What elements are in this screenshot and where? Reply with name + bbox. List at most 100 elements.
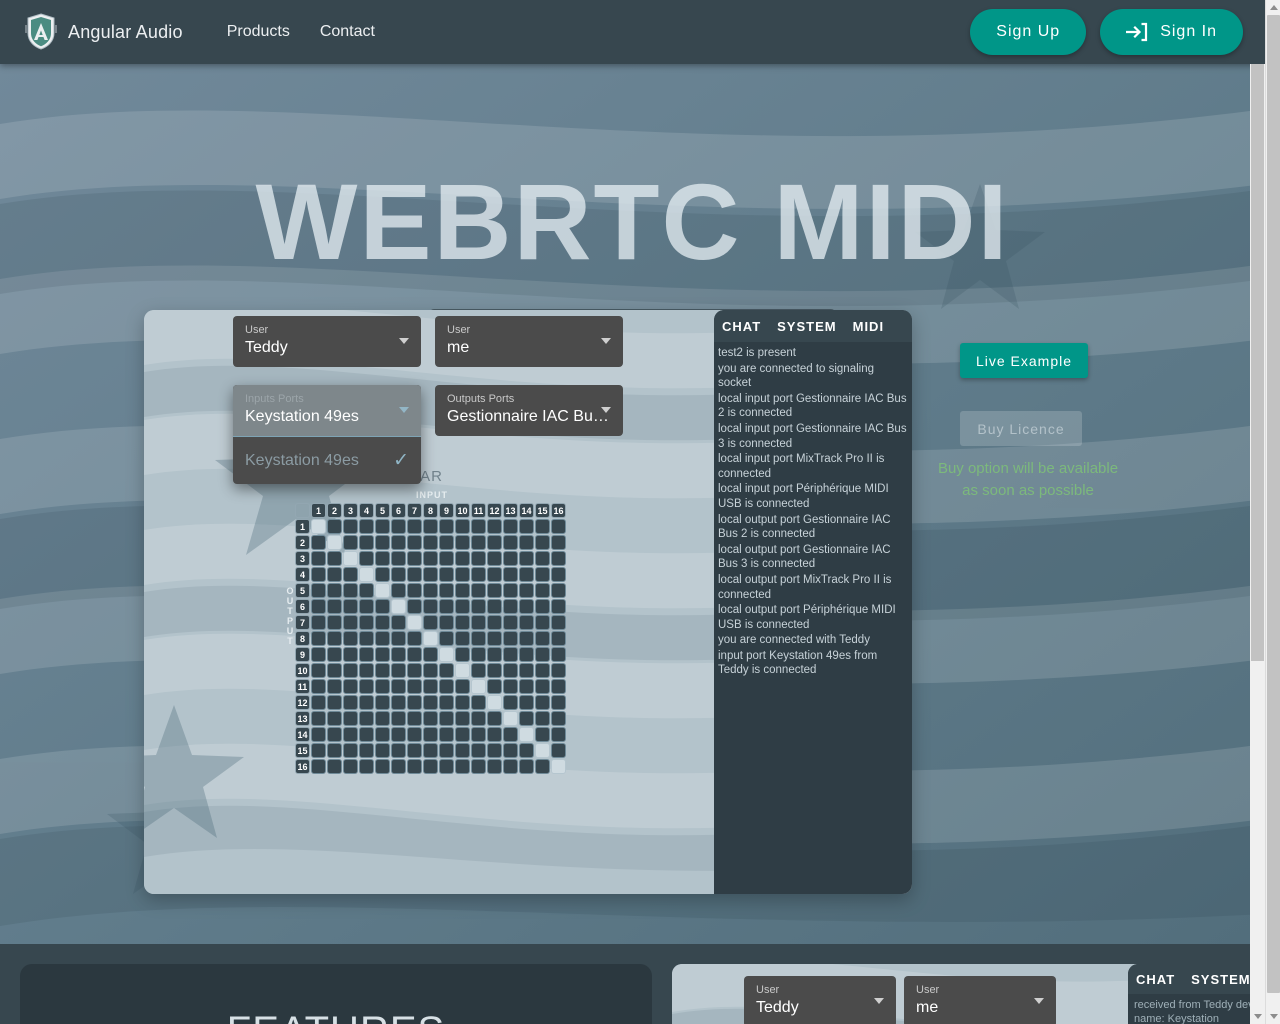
matrix-cell[interactable] (551, 743, 566, 758)
matrix-cell[interactable] (311, 679, 326, 694)
matrix-cell[interactable] (359, 711, 374, 726)
matrix-cell[interactable] (391, 679, 406, 694)
matrix-cell[interactable] (423, 647, 438, 662)
matrix-cell[interactable] (327, 647, 342, 662)
matrix-cell[interactable] (359, 695, 374, 710)
matrix-cell[interactable] (455, 599, 470, 614)
matrix-cell[interactable] (487, 583, 502, 598)
matrix-cell[interactable] (439, 615, 454, 630)
matrix-cell[interactable] (343, 647, 358, 662)
matrix-cell[interactable] (439, 599, 454, 614)
matrix-cell[interactable] (503, 727, 518, 742)
matrix-cell[interactable] (311, 759, 326, 774)
matrix-cell[interactable] (391, 711, 406, 726)
matrix-cell[interactable] (535, 695, 550, 710)
matrix-cell[interactable] (471, 519, 486, 534)
matrix-cell[interactable] (343, 535, 358, 550)
matrix-cell[interactable] (375, 583, 390, 598)
matrix-cell[interactable] (455, 695, 470, 710)
matrix-cell[interactable] (471, 759, 486, 774)
matrix-cell[interactable] (327, 551, 342, 566)
matrix-cell[interactable] (423, 615, 438, 630)
matrix-cell[interactable] (407, 615, 422, 630)
matrix-cell[interactable] (471, 551, 486, 566)
matrix-cell[interactable] (551, 711, 566, 726)
window-scrollbar-down-button[interactable] (1266, 1009, 1280, 1024)
matrix-cell[interactable] (407, 519, 422, 534)
matrix-cell[interactable] (535, 567, 550, 582)
matrix-cell[interactable] (551, 679, 566, 694)
matrix-cell[interactable] (503, 679, 518, 694)
matrix-cell[interactable] (535, 599, 550, 614)
matrix-cell[interactable] (343, 759, 358, 774)
matrix-cell[interactable] (375, 663, 390, 678)
matrix-cell[interactable] (519, 743, 534, 758)
matrix-cell[interactable] (471, 599, 486, 614)
matrix-cell[interactable] (471, 711, 486, 726)
brand[interactable]: Angular Audio (24, 13, 183, 51)
live-example-button[interactable]: Live Example (960, 343, 1088, 378)
matrix-cell[interactable] (439, 631, 454, 646)
matrix-cell[interactable] (407, 743, 422, 758)
matrix-cell[interactable] (439, 759, 454, 774)
matrix-cell[interactable] (343, 711, 358, 726)
matrix-cell[interactable] (423, 727, 438, 742)
matrix-cell[interactable] (519, 599, 534, 614)
matrix-cell[interactable] (359, 759, 374, 774)
matrix-cell[interactable] (551, 695, 566, 710)
matrix-cell[interactable] (391, 583, 406, 598)
matrix-cell[interactable] (375, 679, 390, 694)
matrix-cell[interactable] (471, 567, 486, 582)
matrix-cell[interactable] (423, 551, 438, 566)
matrix-cell[interactable] (471, 647, 486, 662)
matrix-cell[interactable] (407, 567, 422, 582)
matrix-cell[interactable] (535, 727, 550, 742)
matrix-cell[interactable] (375, 631, 390, 646)
matrix-cell[interactable] (343, 583, 358, 598)
matrix-cell[interactable] (471, 663, 486, 678)
matrix-cell[interactable] (503, 647, 518, 662)
matrix-cell[interactable] (519, 631, 534, 646)
matrix-cell[interactable] (423, 599, 438, 614)
matrix-cell[interactable] (343, 727, 358, 742)
matrix-cell[interactable] (455, 727, 470, 742)
matrix-cell[interactable] (487, 615, 502, 630)
matrix-cell[interactable] (535, 743, 550, 758)
matrix-cell[interactable] (455, 647, 470, 662)
matrix-cell[interactable] (503, 551, 518, 566)
matrix-cell[interactable] (423, 711, 438, 726)
matrix-cell[interactable] (503, 599, 518, 614)
sign-in-button[interactable]: Sign In (1100, 9, 1243, 55)
matrix-cell[interactable] (327, 583, 342, 598)
matrix-cell[interactable] (455, 551, 470, 566)
matrix-cell[interactable] (487, 551, 502, 566)
matrix-cell[interactable] (455, 759, 470, 774)
tab-chat[interactable]: CHAT (720, 319, 763, 334)
matrix-cell[interactable] (439, 647, 454, 662)
preview-select-user-b[interactable]: User me (904, 976, 1056, 1024)
matrix-cell[interactable] (471, 679, 486, 694)
matrix-cell[interactable] (311, 599, 326, 614)
matrix-cell[interactable] (439, 711, 454, 726)
matrix-cell[interactable] (551, 631, 566, 646)
matrix-cell[interactable] (503, 695, 518, 710)
matrix-cell[interactable] (391, 535, 406, 550)
matrix-cell[interactable] (407, 647, 422, 662)
matrix-cell[interactable] (439, 743, 454, 758)
matrix-cell[interactable] (359, 535, 374, 550)
matrix-cell[interactable] (391, 615, 406, 630)
preview-tab-chat[interactable]: CHAT (1134, 972, 1177, 987)
tab-midi[interactable]: MIDI (851, 319, 886, 334)
matrix-cell[interactable] (455, 743, 470, 758)
matrix-cell[interactable] (551, 551, 566, 566)
matrix-cell[interactable] (439, 551, 454, 566)
matrix-cell[interactable] (487, 679, 502, 694)
matrix-cell[interactable] (487, 535, 502, 550)
matrix-cell[interactable] (375, 711, 390, 726)
matrix-cell[interactable] (359, 663, 374, 678)
matrix-cell[interactable] (327, 663, 342, 678)
nav-link-contact[interactable]: Contact (320, 23, 375, 41)
matrix-cell[interactable] (343, 519, 358, 534)
matrix-cell[interactable] (455, 631, 470, 646)
matrix-cell[interactable] (519, 663, 534, 678)
